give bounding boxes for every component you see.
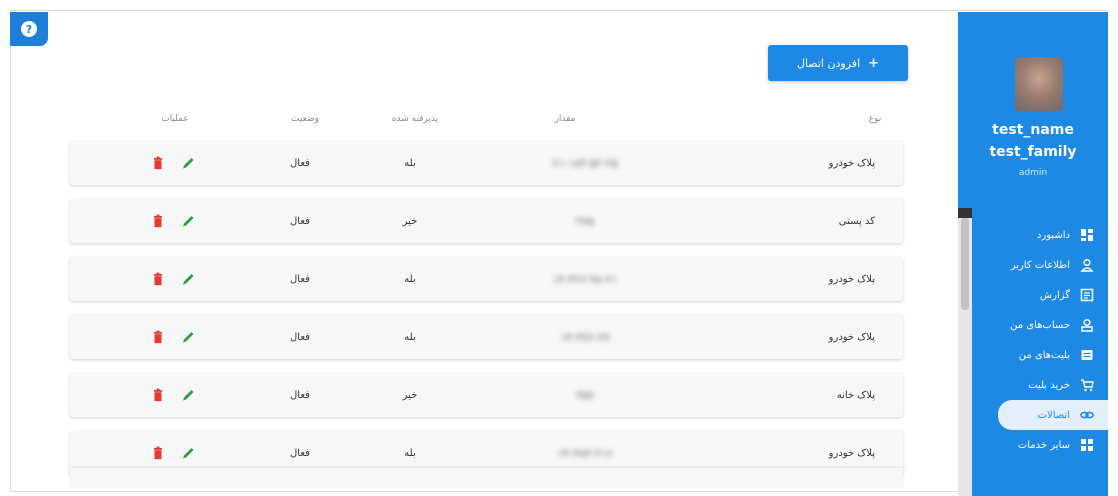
delete-icon[interactable] bbox=[151, 446, 165, 460]
cell-operations bbox=[148, 373, 198, 417]
cell-status: فعال bbox=[290, 273, 310, 285]
question-icon: ? bbox=[21, 21, 37, 37]
sidebar-item-label: بلیت‌های من bbox=[1018, 349, 1070, 361]
sidebar-item-tickets[interactable]: بلیت‌های من bbox=[972, 340, 1108, 370]
delete-icon[interactable] bbox=[151, 388, 165, 402]
dashboard-icon bbox=[1080, 228, 1094, 242]
cell-type: کد پستی bbox=[838, 215, 875, 227]
cell-type: پلاک خودرو bbox=[828, 331, 875, 343]
table-row: پلاک خودرو ۲۱-۱۸۳-۵۲-۲۵ بله فعال bbox=[70, 141, 903, 185]
sidebar-item-label: حساب‌های من bbox=[1010, 319, 1070, 331]
avatar[interactable] bbox=[1015, 57, 1063, 111]
blurred-value: ۳۷۵ bbox=[576, 214, 594, 228]
edit-icon[interactable] bbox=[181, 214, 195, 228]
cell-value: ۳۵۷ bbox=[540, 373, 630, 417]
cell-accepted: بله bbox=[404, 331, 416, 343]
cell-accepted: خیر bbox=[402, 389, 418, 401]
blurred-value: ۱۴-۳۸۳-۲۱۶ bbox=[557, 446, 613, 460]
grid-icon bbox=[1080, 438, 1094, 452]
sidebar-item-label: گزارش bbox=[1039, 289, 1070, 301]
cell-type: پلاک خودرو bbox=[828, 157, 875, 169]
scroll-thumb[interactable] bbox=[961, 218, 969, 310]
delete-icon[interactable] bbox=[151, 272, 165, 286]
cell-value: ۲۱-۱۸۳-۵۲-۲۵ bbox=[540, 141, 630, 185]
table-row: کد پستی ۳۷۵ خیر فعال bbox=[70, 199, 903, 243]
sidebar-item-accounts[interactable]: حساب‌های من bbox=[972, 310, 1108, 340]
table-row: پلاک خودرو ۱۴-۳۶۶-۹۸-۲۱ بله فعال bbox=[70, 257, 903, 301]
edit-icon[interactable] bbox=[181, 156, 195, 170]
cell-type: پلاک خودرو bbox=[828, 273, 875, 285]
cell-status: فعال bbox=[290, 389, 310, 401]
edit-icon[interactable] bbox=[181, 330, 195, 344]
column-header-status: وضعیت bbox=[291, 114, 319, 124]
edit-icon[interactable] bbox=[181, 388, 195, 402]
cell-value: ۱۴-۳۶۶-۹۸-۲۱ bbox=[540, 257, 630, 301]
sidebar-item-label: اطلاعات کاربر bbox=[1010, 259, 1070, 271]
sidebar-item-label: سایر خدمات bbox=[1017, 439, 1070, 451]
user-first-name: test_name bbox=[992, 122, 1074, 138]
app-frame bbox=[10, 10, 1108, 492]
column-header-value: مقدار bbox=[554, 114, 576, 124]
cell-accepted: خیر bbox=[402, 215, 418, 227]
edit-icon[interactable] bbox=[181, 272, 195, 286]
sidebar-item-buy-ticket[interactable]: خرید بلیت bbox=[972, 370, 1108, 400]
sidebar-item-label: داشبورد bbox=[1036, 229, 1070, 241]
plus-icon: + bbox=[868, 55, 880, 71]
cart-icon bbox=[1080, 378, 1094, 392]
column-header-accepted: پذیرفته شده bbox=[391, 114, 439, 124]
cell-accepted: بله bbox=[404, 157, 416, 169]
user-icon bbox=[1080, 258, 1094, 272]
column-header-type: نوع bbox=[868, 114, 882, 124]
cell-operations bbox=[148, 199, 198, 243]
ticket-icon bbox=[1080, 348, 1094, 362]
cell-accepted: بله bbox=[404, 273, 416, 285]
cell-operations bbox=[148, 141, 198, 185]
account-icon bbox=[1080, 318, 1094, 332]
report-icon bbox=[1080, 288, 1094, 302]
sidebar-item-user-info[interactable]: اطلاعات کاربر bbox=[972, 250, 1108, 280]
table-row: پلاک خودرو ۱۴-۳۷۶-۲۷ بله فعال bbox=[70, 315, 903, 359]
scroll-up-arrow[interactable] bbox=[958, 208, 972, 218]
sidebar-scrollbar[interactable] bbox=[958, 208, 972, 496]
blurred-value: ۲۱-۱۸۳-۵۲-۲۵ bbox=[552, 156, 618, 170]
user-role: admin bbox=[1018, 168, 1048, 178]
sidebar: test_name test_family admin داشبورد اطلا… bbox=[958, 12, 1108, 496]
cell-operations bbox=[148, 257, 198, 301]
sidebar-item-report[interactable]: گزارش bbox=[972, 280, 1108, 310]
blurred-value: ۳۵۷ bbox=[576, 388, 594, 402]
help-button[interactable]: ? bbox=[10, 12, 48, 46]
cell-value: ۱۴-۳۷۶-۲۷ bbox=[540, 315, 630, 359]
cell-status: فعال bbox=[290, 331, 310, 343]
column-header-operations: عملیات bbox=[161, 114, 189, 124]
table-row-partial bbox=[70, 468, 903, 488]
sidebar-item-connections[interactable]: اتصالات bbox=[998, 400, 1108, 430]
cell-status: فعال bbox=[290, 157, 310, 169]
blurred-value: ۱۴-۳۷۶-۲۷ bbox=[560, 330, 610, 344]
cell-type: پلاک خانه bbox=[836, 389, 875, 401]
delete-icon[interactable] bbox=[151, 214, 165, 228]
table-row: پلاک خانه ۳۵۷ خیر فعال bbox=[70, 373, 903, 417]
user-last-name: test_family bbox=[989, 144, 1077, 160]
connections-icon bbox=[1080, 408, 1094, 422]
add-connection-button[interactable]: افزودن اتصال + bbox=[768, 45, 908, 81]
edit-icon[interactable] bbox=[181, 446, 195, 460]
sidebar-item-label: اتصالات bbox=[1037, 409, 1070, 421]
delete-icon[interactable] bbox=[151, 330, 165, 344]
add-connection-label: افزودن اتصال bbox=[796, 56, 861, 70]
sidebar-item-dashboard[interactable]: داشبورد bbox=[972, 220, 1108, 250]
blurred-value: ۱۴-۳۶۶-۹۸-۲۱ bbox=[552, 272, 618, 286]
sidebar-item-label: خرید بلیت bbox=[1028, 379, 1070, 391]
cell-value: ۳۷۵ bbox=[540, 199, 630, 243]
cell-status: فعال bbox=[290, 215, 310, 227]
delete-icon[interactable] bbox=[151, 156, 165, 170]
sidebar-item-other-services[interactable]: سایر خدمات bbox=[972, 430, 1108, 460]
cell-operations bbox=[148, 315, 198, 359]
